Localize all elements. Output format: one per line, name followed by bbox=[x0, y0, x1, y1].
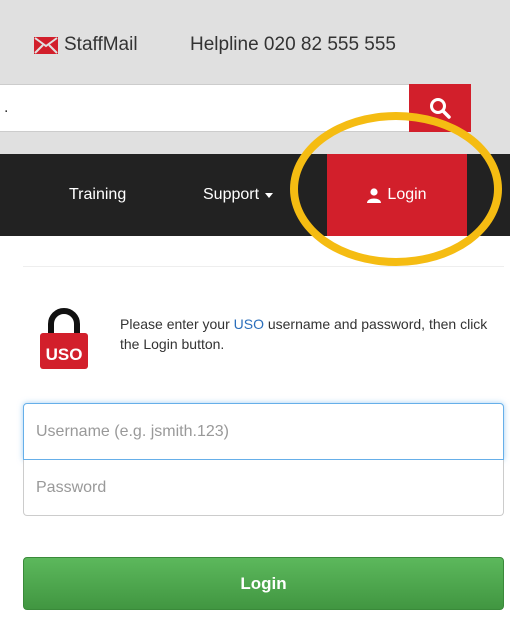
divider bbox=[23, 266, 504, 267]
login-submit-button[interactable]: Login bbox=[23, 557, 504, 610]
login-instructions: Please enter your USO username and passw… bbox=[120, 314, 500, 354]
staffmail-link[interactable]: StaffMail bbox=[34, 34, 138, 56]
search-button[interactable] bbox=[409, 84, 471, 132]
chevron-down-icon bbox=[265, 192, 274, 198]
password-input[interactable] bbox=[23, 460, 504, 516]
helpline-text: Helpline 020 82 555 555 bbox=[190, 34, 397, 55]
uso-link[interactable]: USO bbox=[234, 316, 264, 332]
nav-login-label[interactable]: Login bbox=[387, 186, 426, 204]
username-input[interactable] bbox=[23, 403, 504, 460]
page: StaffMail Helpline 020 82 555 555 Traini… bbox=[0, 0, 510, 625]
envelope-icon bbox=[34, 36, 58, 54]
nav-support-dropdown[interactable]: Support bbox=[203, 154, 274, 236]
nav-training[interactable]: Training bbox=[69, 154, 126, 236]
nav-training-label[interactable]: Training bbox=[69, 186, 126, 204]
search-input[interactable] bbox=[0, 84, 410, 132]
instructions-prefix: Please enter your bbox=[120, 316, 234, 332]
staffmail-label[interactable]: StaffMail bbox=[64, 34, 138, 56]
padlock-icon: USO bbox=[40, 308, 88, 369]
nav-support-label[interactable]: Support bbox=[203, 186, 259, 204]
search-icon bbox=[430, 98, 451, 119]
user-icon bbox=[367, 187, 382, 203]
nav-login-button[interactable]: Login bbox=[327, 154, 467, 236]
uso-badge-text: USO bbox=[46, 345, 83, 364]
